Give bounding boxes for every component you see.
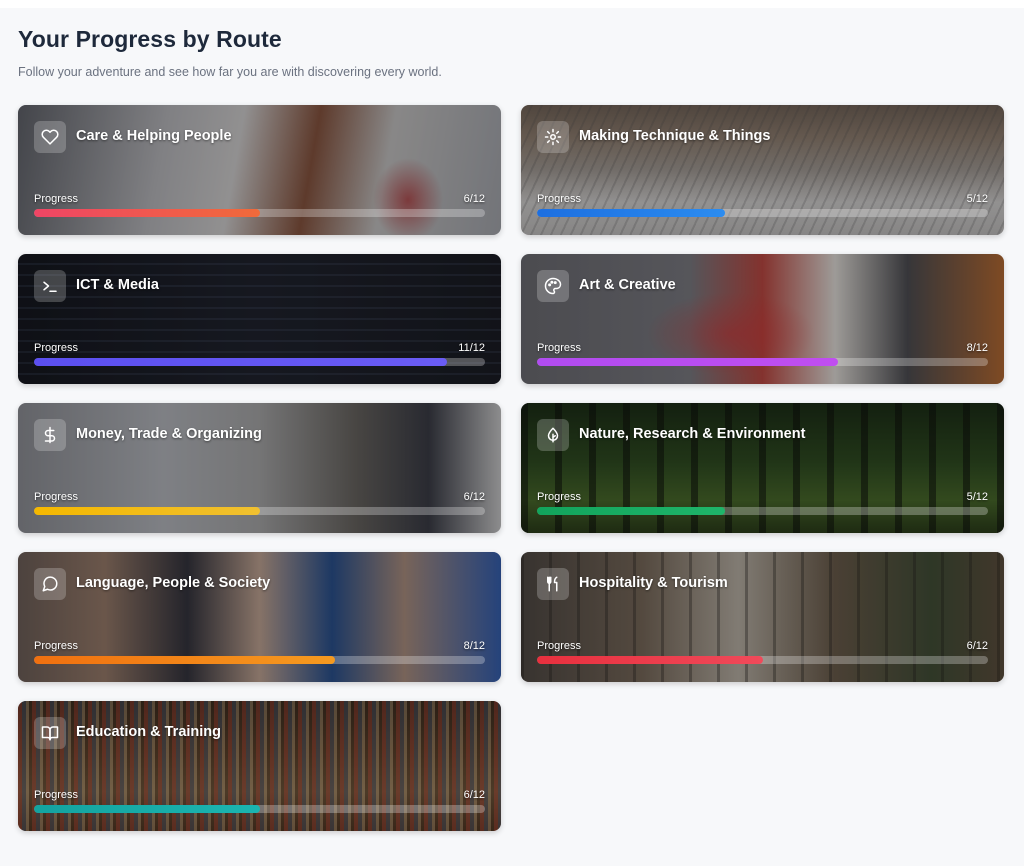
route-name: Language, People & Society [76,575,271,591]
progress-fill [537,358,838,366]
route-card-hospitality[interactable]: Hospitality & Tourism Progress 6/12 [521,552,1004,682]
progress-bar [537,507,988,515]
gear-icon [537,121,569,153]
terminal-icon [34,270,66,302]
route-card-ict[interactable]: ICT & Media Progress 11/12 [18,254,501,384]
route-card-language[interactable]: Language, People & Society Progress 8/12 [18,552,501,682]
progress-count: 6/12 [463,193,485,205]
progress-label: Progress [34,640,79,652]
progress-count: 6/12 [463,789,485,801]
progress-bar [34,805,485,813]
progress-fill [537,209,725,217]
progress-bar [34,507,485,515]
utensils-icon [537,568,569,600]
progress-label: Progress [34,789,79,801]
progress-bar [537,358,988,366]
progress-count: 8/12 [463,640,485,652]
route-name: Art & Creative [579,277,676,293]
book-icon [34,717,66,749]
dollar-icon [34,419,66,451]
progress-label: Progress [34,342,79,354]
progress-label: Progress [537,491,582,503]
page: Your Progress by Route Follow your adven… [0,8,1024,866]
palette-icon [537,270,569,302]
route-name: Money, Trade & Organizing [76,426,262,442]
progress-count: 11/12 [458,342,485,354]
progress-bar [34,209,485,217]
route-name: Making Technique & Things [579,128,771,144]
progress-label: Progress [34,491,79,503]
leaf-icon [537,419,569,451]
progress-fill [34,805,260,813]
route-name: Care & Helping People [76,128,232,144]
progress-bar [537,209,988,217]
progress-label: Progress [537,193,582,205]
progress-fill [537,656,763,664]
progress-count: 6/12 [966,640,988,652]
progress-count: 8/12 [966,342,988,354]
progress-bar [34,358,485,366]
progress-fill [34,656,335,664]
route-card-making[interactable]: Making Technique & Things Progress 5/12 [521,105,1004,235]
route-card-education[interactable]: Education & Training Progress 6/12 [18,701,501,831]
progress-count: 5/12 [966,193,988,205]
route-name: Nature, Research & Environment [579,426,806,442]
route-card-art[interactable]: Art & Creative Progress 8/12 [521,254,1004,384]
progress-fill [34,507,260,515]
chat-bubble-icon [34,568,66,600]
progress-label: Progress [537,640,582,652]
heart-icon [34,121,66,153]
page-title: Your Progress by Route [18,26,282,52]
progress-count: 5/12 [966,491,988,503]
progress-label: Progress [537,342,582,354]
route-card-money[interactable]: Money, Trade & Organizing Progress 6/12 [18,403,501,533]
progress-fill [537,507,725,515]
progress-bar [34,656,485,664]
progress-label: Progress [34,193,79,205]
route-card-care[interactable]: Care & Helping People Progress 6/12 [18,105,501,235]
route-name: Education & Training [76,724,222,740]
progress-bar [537,656,988,664]
route-name: Hospitality & Tourism [579,575,728,591]
route-name: ICT & Media [76,277,159,293]
progress-fill [34,358,448,366]
page-subtitle: Follow your adventure and see how far yo… [18,65,442,79]
route-card-nature[interactable]: Nature, Research & Environment Progress … [521,403,1004,533]
progress-count: 6/12 [463,491,485,503]
progress-fill [34,209,260,217]
